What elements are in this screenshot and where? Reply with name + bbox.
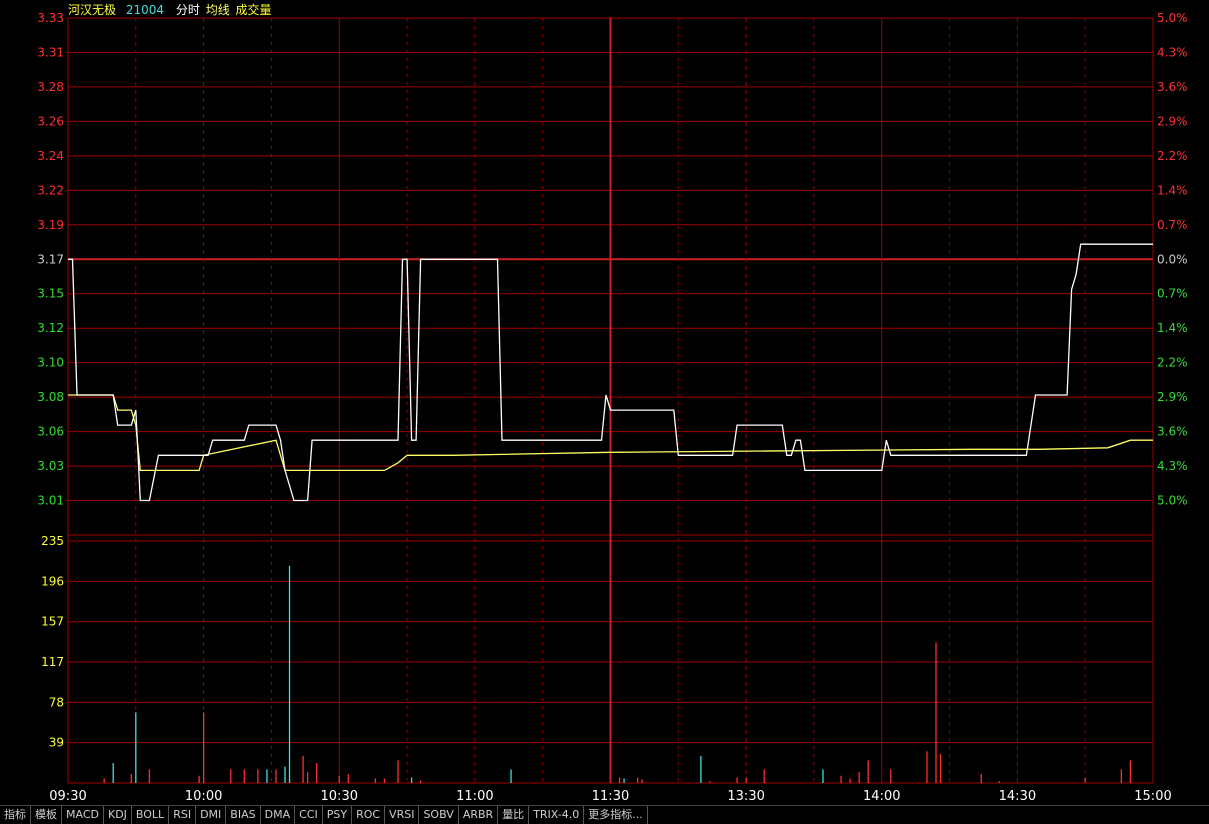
tab-cci[interactable]: CCI <box>295 806 323 824</box>
price-tick-label: 3.12 <box>37 321 64 335</box>
time-tick-label: 11:00 <box>456 789 493 804</box>
tab-bias[interactable]: BIAS <box>226 806 261 824</box>
tab-trix[interactable]: TRIX-4.0 <box>529 806 585 824</box>
price-tick-label: 3.22 <box>37 183 64 197</box>
time-tick-label: 10:00 <box>185 789 222 804</box>
volume-tick-label: 235 <box>41 534 64 548</box>
time-tick-label: 15:00 <box>1134 789 1171 804</box>
pct-tick-label: 3.6% <box>1157 80 1188 94</box>
pct-tick-label: 0.0% <box>1157 252 1188 266</box>
pct-tick-label: 2.9% <box>1157 114 1188 128</box>
volume-tick-label: 117 <box>41 655 64 669</box>
pct-tick-label: 2.2% <box>1157 356 1188 370</box>
price-tick-label: 3.10 <box>37 356 64 370</box>
axis-labels: 3.33 5.0% 3.31 4.3% 3.28 3.6% 3.26 2.9% 3.24 2.2%… <box>37 11 1187 804</box>
tab-more-indicators[interactable]: 更多指标... <box>584 806 648 824</box>
chart-grid <box>67 17 1154 784</box>
tab-kdj[interactable]: KDJ <box>104 806 132 824</box>
price-tick-label: 3.19 <box>37 218 64 232</box>
price-tick-label: 3.33 <box>37 11 64 25</box>
pct-tick-label: 0.7% <box>1157 287 1188 301</box>
tab-psy[interactable]: PSY <box>323 806 353 824</box>
price-tick-label: 3.28 <box>37 80 64 94</box>
pct-tick-label: 5.0% <box>1157 494 1188 508</box>
volume-tick-label: 157 <box>41 615 64 629</box>
pct-tick-label: 5.0% <box>1157 11 1188 25</box>
time-tick-label: 13:30 <box>727 789 764 804</box>
price-tick-label: 3.01 <box>37 494 64 508</box>
price-tick-label: 3.26 <box>37 114 64 128</box>
time-tick-label: 11:30 <box>592 789 629 804</box>
pct-tick-label: 4.3% <box>1157 459 1188 473</box>
pct-tick-label: 2.9% <box>1157 390 1188 404</box>
tab-liangbi[interactable]: 量比 <box>498 806 530 824</box>
tab-dma[interactable]: DMA <box>261 806 296 824</box>
tab-dmi[interactable]: DMI <box>196 806 227 824</box>
tab-roc[interactable]: ROC <box>352 806 386 824</box>
time-tick-label: 14:30 <box>999 789 1036 804</box>
tab-zhibiao[interactable]: 指标 <box>0 806 31 824</box>
price-tick-label: 3.31 <box>37 45 64 59</box>
tab-boll[interactable]: BOLL <box>132 806 170 824</box>
time-tick-label: 14:00 <box>863 789 900 804</box>
price-tick-label: 3.17 <box>37 252 64 266</box>
pct-tick-label: 4.3% <box>1157 45 1188 59</box>
pct-tick-label: 0.7% <box>1157 218 1188 232</box>
volume-bars <box>103 565 1132 783</box>
time-tick-label: 10:30 <box>321 789 358 804</box>
intraday-chart: 3.33 5.0% 3.31 4.3% 3.28 3.6% 3.26 2.9% 3.24 2.2%… <box>37 11 1187 804</box>
volume-tick-label: 196 <box>41 574 64 588</box>
pct-tick-label: 1.4% <box>1157 183 1188 197</box>
pct-tick-label: 3.6% <box>1157 425 1188 439</box>
tab-vrsi[interactable]: VRSI <box>385 806 420 824</box>
price-tick-label: 3.03 <box>37 459 64 473</box>
price-tick-label: 3.08 <box>37 390 64 404</box>
tab-sobv[interactable]: SOBV <box>419 806 459 824</box>
price-tick-label: 3.24 <box>37 149 64 163</box>
pct-tick-label: 2.2% <box>1157 149 1188 163</box>
volume-tick-label: 78 <box>49 695 64 709</box>
volume-tick-label: 39 <box>49 736 64 750</box>
pct-tick-label: 1.4% <box>1157 321 1188 335</box>
indicator-tab-bar: 指标 模板 MACD KDJ BOLL RSI DMI BIAS DMA CCI… <box>0 805 1209 824</box>
price-tick-label: 3.06 <box>37 425 64 439</box>
price-tick-label: 3.15 <box>37 287 64 301</box>
tab-rsi[interactable]: RSI <box>169 806 197 824</box>
tab-muban[interactable]: 模板 <box>31 806 62 824</box>
tab-arbr[interactable]: ARBR <box>459 806 499 824</box>
time-tick-label: 09:30 <box>49 789 86 804</box>
tab-macd[interactable]: MACD <box>62 806 104 824</box>
